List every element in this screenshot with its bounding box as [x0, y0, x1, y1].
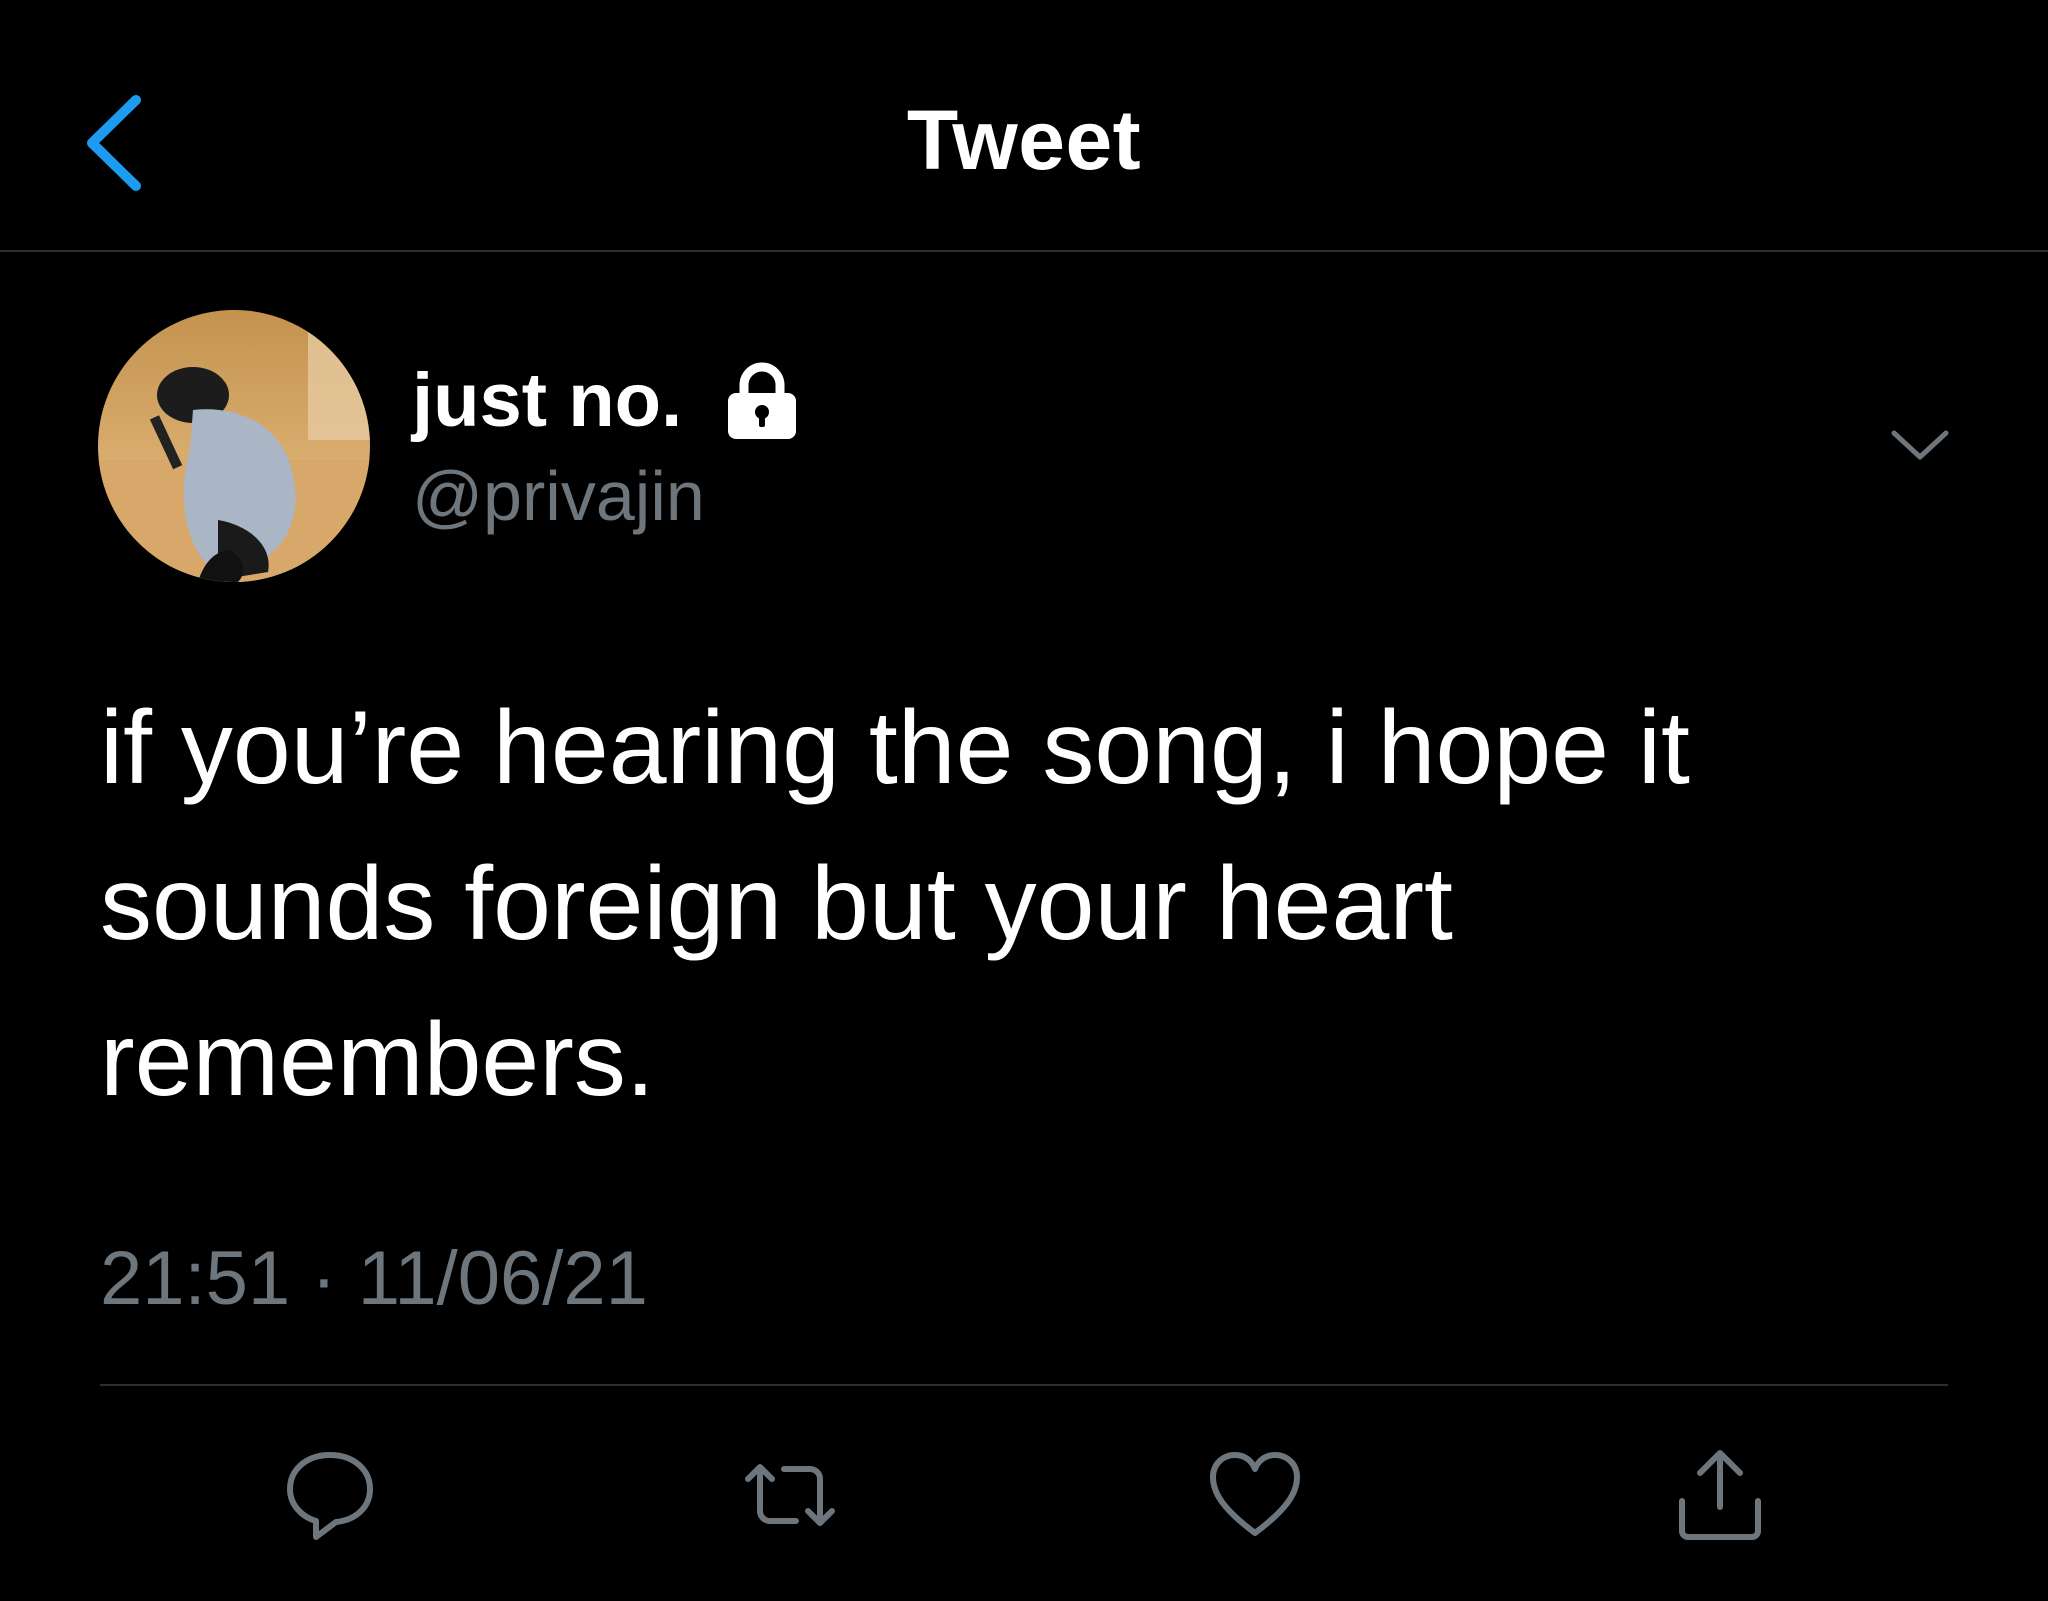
share-icon: [1679, 1450, 1761, 1540]
reply-button[interactable]: [280, 1445, 380, 1545]
tweet-text: if you’re hearing the song, i hope it so…: [100, 690, 1690, 1118]
share-button[interactable]: [1670, 1445, 1770, 1545]
reply-icon: [287, 1452, 373, 1540]
divider: [100, 1384, 1948, 1386]
top-bar: Tweet: [0, 0, 2048, 252]
author-handle[interactable]: @privajin: [412, 456, 705, 536]
author-name-row[interactable]: just no.: [412, 350, 800, 450]
retweet-icon: [745, 1464, 835, 1526]
page-title: Tweet: [906, 93, 1142, 187]
chevron-down-icon: [1891, 430, 1949, 460]
heart-icon: [1210, 1452, 1300, 1536]
display-name: just no.: [412, 357, 683, 443]
tweet-menu-button[interactable]: [1880, 415, 1960, 475]
avatar[interactable]: [98, 310, 370, 582]
lock-icon: [728, 362, 797, 439]
tweet-timestamp[interactable]: 21:51 · 11/06/21: [100, 1235, 648, 1322]
like-button[interactable]: [1205, 1445, 1305, 1545]
retweet-button[interactable]: [740, 1445, 840, 1545]
